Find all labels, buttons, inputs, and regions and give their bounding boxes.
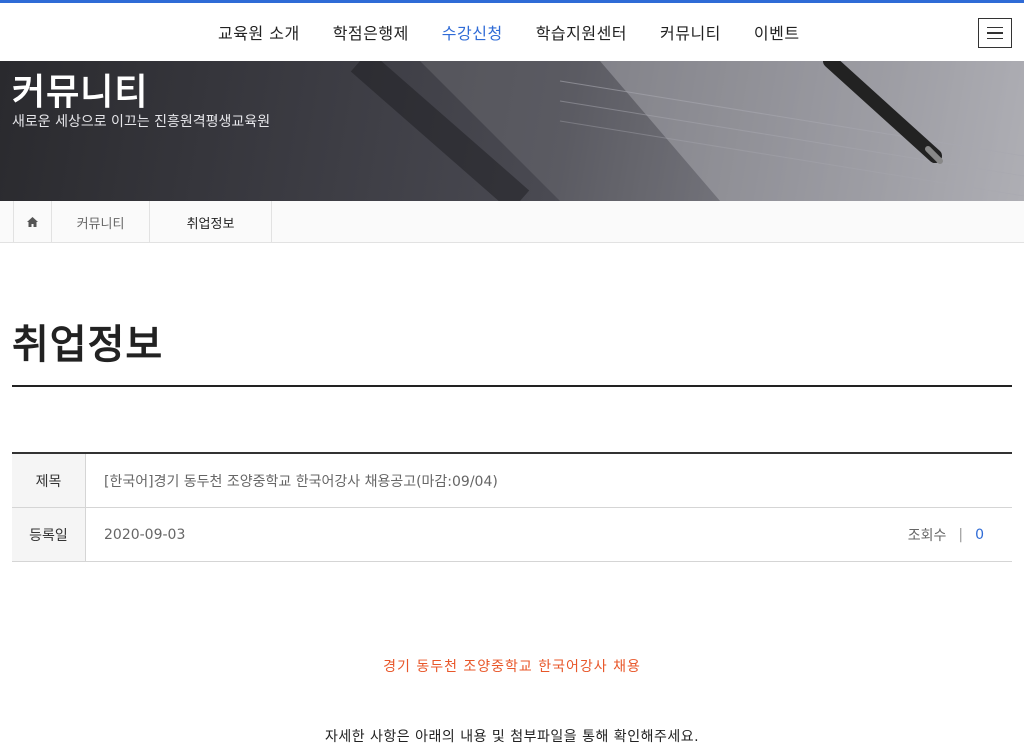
nav-item-about[interactable]: 교육원 소개 <box>218 20 300 44</box>
page-title: 취업정보 <box>12 322 164 368</box>
post-info-table: 제목 [한국어]경기 동두천 조양중학교 한국어강사 채용공고(마감:09/04… <box>12 452 1012 562</box>
menu-line <box>987 32 1003 34</box>
post-date: 2020-09-03 <box>104 526 186 543</box>
main-navigation: 교육원 소개 학점은행제 수강신청 학습지원센터 커뮤니티 이벤트 <box>0 3 1024 61</box>
breadcrumb: 커뮤니티 취업정보 <box>0 201 1024 243</box>
nav-item-enrollment[interactable]: 수강신청 <box>442 20 503 44</box>
nav-item-credit-bank[interactable]: 학점은행제 <box>333 20 409 44</box>
post-detail-text: 자세한 사항은 아래의 내용 및 첨부파일을 통해 확인해주세요. <box>324 729 700 745</box>
nav-item-event[interactable]: 이벤트 <box>754 20 800 44</box>
title-divider <box>12 385 1012 387</box>
views-label: 조회수 <box>907 527 947 544</box>
menu-line <box>987 37 1003 40</box>
views-separator: | <box>958 526 964 543</box>
pen-and-paper-illustration <box>350 61 1024 201</box>
breadcrumb-item-jobs[interactable]: 취업정보 <box>150 201 272 243</box>
post-subject: [한국어]경기 동두천 조양중학교 한국어강사 채용공고(마감:09/04) <box>104 473 498 490</box>
hamburger-menu-icon[interactable] <box>978 18 1012 48</box>
post-notice-heading: 경기 동두천 조양중학교 한국어강사 채용 <box>383 659 641 675</box>
post-date-row: 등록일 2020-09-03 조회수 | 0 <box>12 508 1012 562</box>
hero-subtitle: 새로운 세상으로 이끄는 진흥원격평생교육원 <box>12 114 271 130</box>
menu-line <box>987 26 1003 29</box>
view-count: 조회수 | 0 <box>908 508 984 561</box>
breadcrumb-home[interactable] <box>13 201 52 243</box>
hero-banner: 커뮤니티 새로운 세상으로 이끄는 진흥원격평생교육원 <box>0 61 1024 201</box>
home-icon <box>27 217 38 227</box>
nav-item-learning-support[interactable]: 학습지원센터 <box>536 20 627 44</box>
post-subject-row: 제목 [한국어]경기 동두천 조양중학교 한국어강사 채용공고(마감:09/04… <box>12 454 1012 508</box>
subject-label: 제목 <box>12 454 86 507</box>
nav-menu: 교육원 소개 학점은행제 수강신청 학습지원센터 커뮤니티 이벤트 <box>218 3 833 61</box>
nav-item-community[interactable]: 커뮤니티 <box>660 20 721 44</box>
hero-title: 커뮤니티 <box>12 72 149 113</box>
date-label: 등록일 <box>12 508 86 561</box>
views-count: 0 <box>975 526 984 543</box>
breadcrumb-item-community[interactable]: 커뮤니티 <box>52 201 150 243</box>
